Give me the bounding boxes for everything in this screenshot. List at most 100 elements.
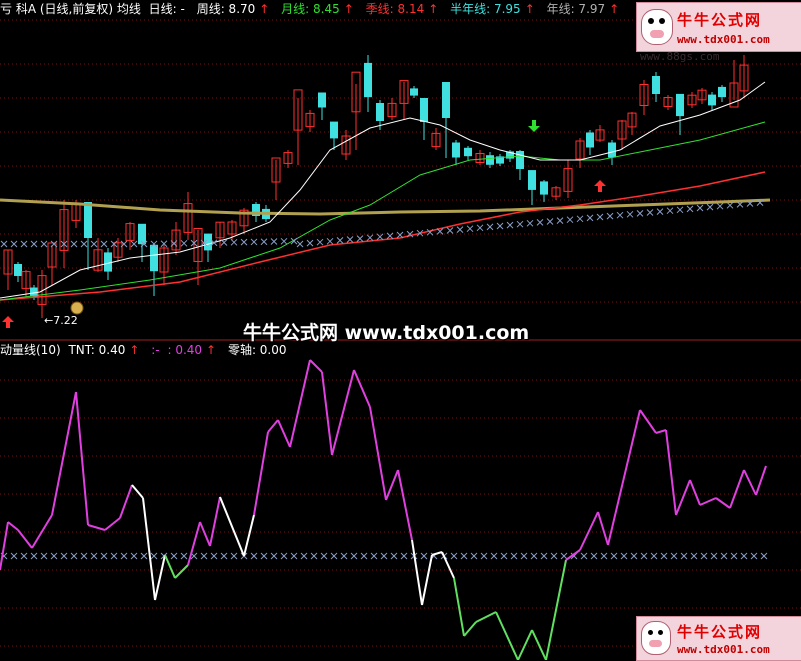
candle-body <box>150 244 158 272</box>
x-marker <box>220 239 228 246</box>
x-marker <box>70 552 78 560</box>
x-marker <box>366 234 374 242</box>
momentum-line-segment <box>545 559 567 660</box>
x-marker <box>386 232 394 240</box>
momentum-line-segment <box>87 524 106 531</box>
x-marker <box>10 552 18 560</box>
x-marker <box>670 552 678 560</box>
x-marker <box>516 220 524 228</box>
watermark-title: 牛牛公式网 <box>677 11 763 29</box>
x-marker <box>290 552 298 560</box>
momentum-line-segment <box>243 514 255 557</box>
momentum-line-segment <box>689 479 701 506</box>
momentum-line-segment <box>154 554 166 601</box>
x-marker <box>750 552 758 560</box>
momentum-line-segment <box>331 369 355 456</box>
x-marker <box>646 209 654 216</box>
momentum-line-segment <box>675 479 691 516</box>
x-marker <box>696 204 704 212</box>
indicator-zero-axis: 零轴: 0.00 <box>227 343 287 357</box>
x-marker <box>700 552 708 560</box>
momentum-line-segment <box>219 496 245 557</box>
x-marker <box>80 240 88 248</box>
sell-arrow-icon <box>528 120 540 132</box>
arrow-up-icon: ↑ <box>206 343 217 357</box>
x-marker <box>580 552 588 560</box>
arrow-up-icon: ↑ <box>524 2 535 16</box>
candle-body <box>528 170 536 190</box>
momentum-line-segment <box>209 496 221 547</box>
x-marker <box>536 219 544 226</box>
momentum-line-segment <box>729 469 745 509</box>
watermark-logo-bottom: 牛牛公式网 www.tdx001.com <box>636 616 801 661</box>
momentum-line-segment <box>517 629 533 660</box>
x-marker <box>680 552 688 560</box>
arrow-up-icon: ↑ <box>609 2 620 16</box>
x-marker <box>336 237 344 244</box>
x-marker <box>50 552 58 560</box>
x-marker <box>400 552 408 560</box>
x-marker <box>520 552 528 560</box>
x-marker <box>726 201 734 209</box>
cow-icon <box>641 621 671 655</box>
momentum-line-segment <box>174 564 189 579</box>
x-marker <box>446 227 454 234</box>
x-marker <box>626 210 634 218</box>
header-ma-day: 日线: - <box>148 2 185 16</box>
x-marker <box>310 552 318 560</box>
momentum-line-segment <box>431 551 443 556</box>
x-marker <box>420 552 428 560</box>
x-marker <box>326 237 334 245</box>
x-marker <box>40 552 48 560</box>
x-marker <box>616 211 624 219</box>
candle-body <box>138 223 146 245</box>
x-marker <box>666 207 674 215</box>
momentum-line-segment <box>131 484 144 499</box>
x-marker <box>356 235 364 242</box>
x-marker <box>20 240 28 248</box>
x-marker <box>30 552 38 560</box>
x-marker <box>270 552 278 560</box>
x-marker <box>110 552 118 560</box>
x-marker <box>280 237 288 245</box>
momentum-line-segment <box>397 469 413 541</box>
candle-body <box>410 88 418 96</box>
x-marker <box>560 552 568 560</box>
x-marker <box>660 552 668 560</box>
x-marker <box>426 228 434 236</box>
x-marker <box>606 212 614 220</box>
candle-body <box>420 98 428 122</box>
x-marker <box>466 225 474 233</box>
x-marker <box>460 552 468 560</box>
x-marker <box>200 552 208 560</box>
momentum-line-segment <box>385 469 399 501</box>
x-marker <box>586 214 594 222</box>
arrow-up-icon: ↑ <box>259 2 270 16</box>
x-marker <box>130 552 138 560</box>
candle-body <box>104 252 112 272</box>
momentum-line-segment <box>253 431 269 516</box>
momentum-line-segment <box>463 621 477 637</box>
momentum-line-segment <box>665 429 677 516</box>
x-marker <box>720 552 728 560</box>
x-marker <box>676 206 684 214</box>
x-marker <box>320 552 328 560</box>
x-marker <box>760 552 768 560</box>
arrow-up-icon: ↑ <box>428 2 439 16</box>
arrow-up-icon: ↑ <box>343 2 354 16</box>
x-marker <box>526 219 534 227</box>
x-marker <box>370 552 378 560</box>
x-marker <box>686 205 694 213</box>
cow-icon <box>641 9 673 45</box>
momentum-line-segment <box>411 539 423 606</box>
momentum-line-segment <box>715 497 731 509</box>
x-marker <box>296 240 304 248</box>
header-ma-halfyear: 半年线: 7.95 ↑ <box>450 2 535 16</box>
x-marker <box>340 552 348 560</box>
x-marker <box>130 240 138 248</box>
indicator-name: 动量线(10) <box>0 343 61 357</box>
candle-body <box>464 147 472 157</box>
x-marker <box>480 552 488 560</box>
momentum-line-segment <box>142 497 156 601</box>
momentum-line-segment <box>597 511 609 546</box>
